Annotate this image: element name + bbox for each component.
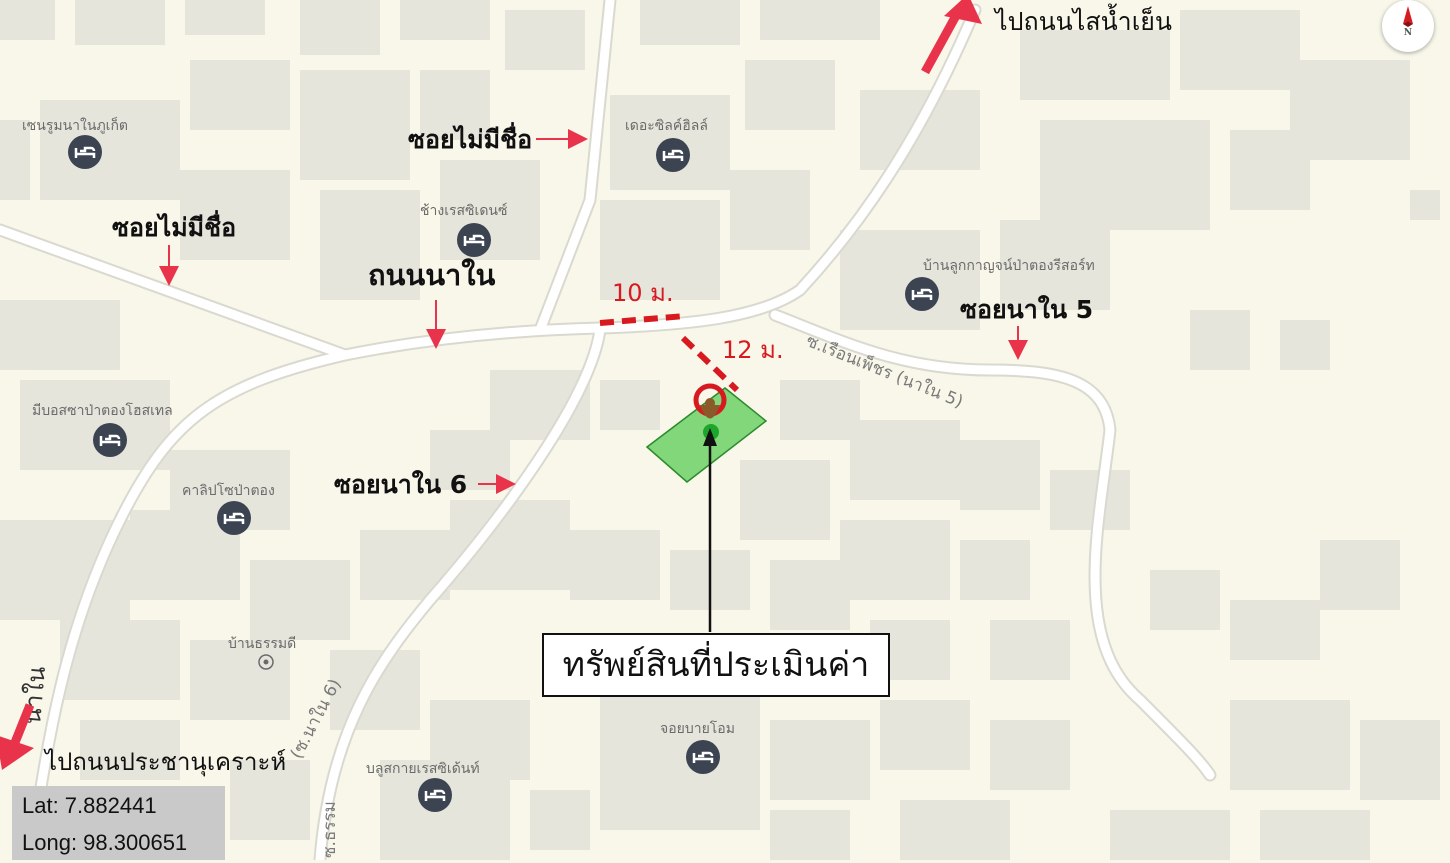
annotation-soi-unnamed-2: ซอยไม่มีชื่อ (112, 210, 236, 242)
poi-label: บลูสกายเรสซิเด้นท์ (366, 760, 480, 777)
poi-label: บ้านลูกกาญจน์ป่าตองรีสอร์ท (923, 257, 1095, 274)
annotation-soi-nanai-6: ซอยนาใน 6 (334, 469, 467, 499)
longitude-text: Long: 98.300651 (22, 830, 188, 855)
assessed-property-label: ทรัพย์สินที่ประเมินค่า (542, 633, 890, 697)
map-canvas[interactable]: ซ.เรือนเพ็ชร (นาใน 5) (ซ.นาใน 6) นาใน ซ.… (0, 0, 1450, 860)
poi-label: ช้างเรสซิเดนซ์ (420, 202, 508, 219)
soi-width-label: 12 ม. (722, 336, 784, 364)
direction-label-prachanukhro: ไปถนนประชานุเคราะห์ (43, 748, 286, 777)
compass-north-icon (1403, 6, 1413, 27)
compass[interactable]: N (1382, 0, 1434, 52)
poi-label: บ้านธรรมดี (228, 636, 296, 652)
road-width-label: 10 ม. (612, 279, 674, 307)
coordinates-box: Lat: 7.882441 Long: 98.300651 (12, 786, 225, 860)
annotation-soi-unnamed-1: ซอยไม่มีชื่อ (408, 122, 532, 154)
poi-label: จอยบายโอม (660, 720, 735, 737)
poi-label: มีบอสซาป่าตองโฮสเทล (32, 402, 173, 419)
compass-letter: N (1403, 28, 1413, 38)
direction-label-sainamyen: ไปถนนไสน้ำเย็น (993, 3, 1172, 36)
poi-label: เดอะซิลค์ฮิลล์ (625, 117, 708, 134)
street-label-bottom-edge: ซ.ธรรม (320, 801, 340, 858)
latitude-text: Lat: 7.882441 (22, 793, 157, 818)
annotation-soi-nanai-5: ซอยนาใน 5 (960, 294, 1093, 324)
annotation-naai-road: ถนนนาใน (368, 258, 495, 292)
poi-label: เซนรูมนาในภูเก็ต (22, 116, 128, 134)
poi-label: คาลิปโซป่าตอง (182, 482, 275, 499)
